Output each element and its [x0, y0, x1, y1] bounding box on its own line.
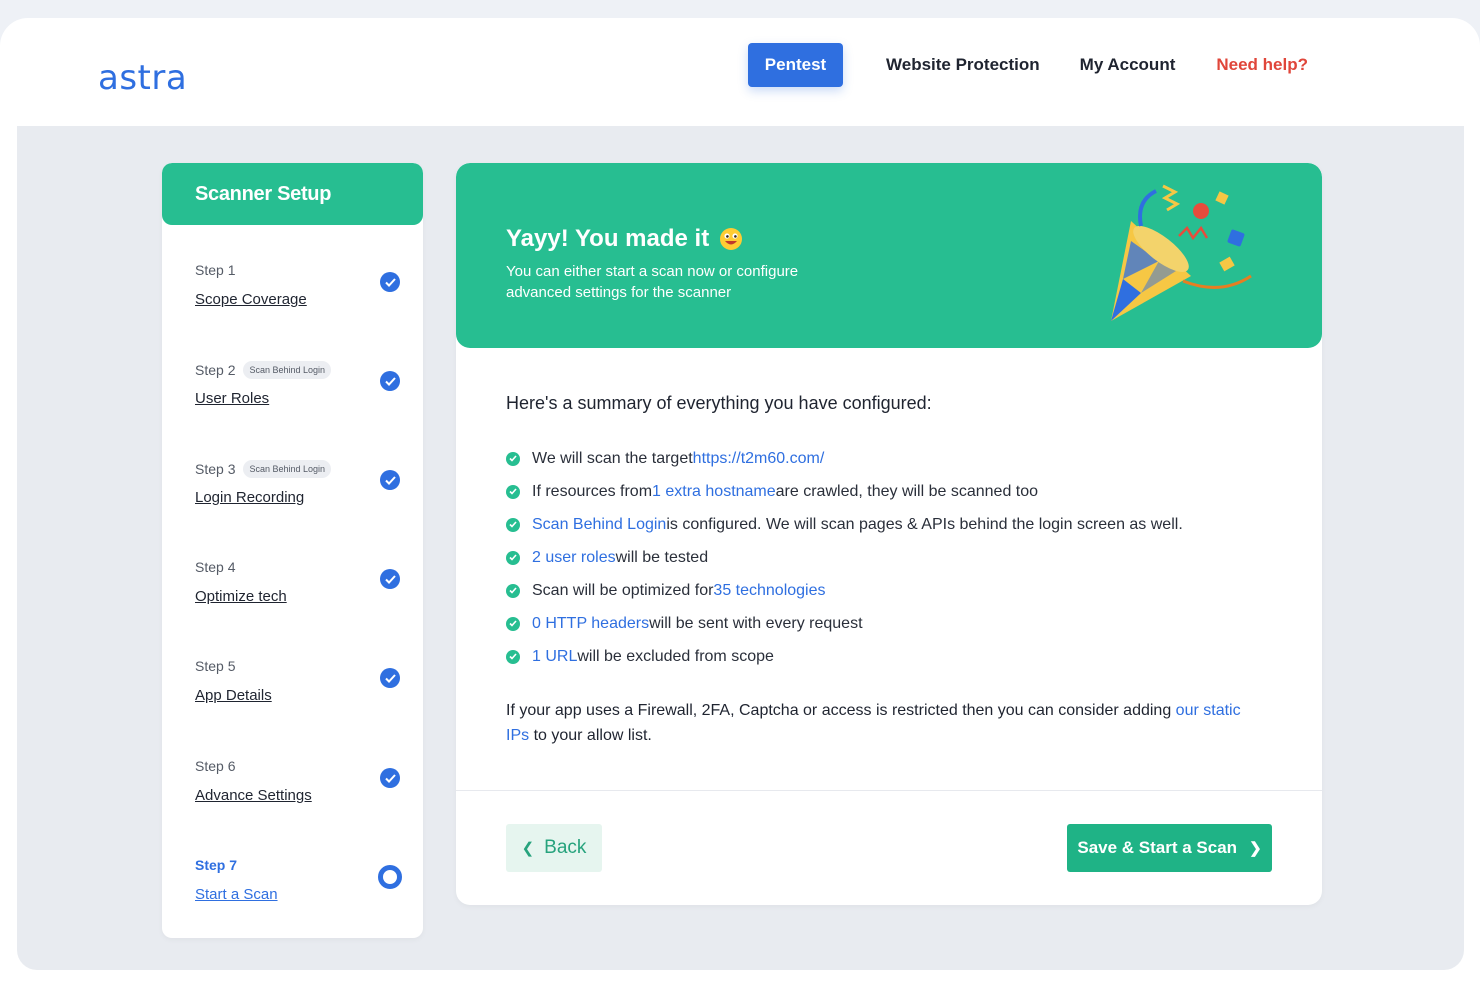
step-number: Step 7 — [195, 857, 238, 873]
current-step-ring-icon — [378, 865, 402, 889]
check-circle-icon — [506, 583, 520, 598]
check-circle-icon — [380, 371, 400, 391]
item-text: will be tested — [615, 548, 709, 566]
item-text: If resources from — [532, 482, 653, 500]
item-text: are crawled, they will be scanned too — [775, 482, 1039, 500]
step-number: Step 6 — [195, 758, 236, 774]
check-circle-icon — [380, 668, 400, 688]
firewall-note: If your app uses a Firewall, 2FA, Captch… — [506, 698, 1266, 748]
step-link-app-details[interactable]: App Details — [195, 687, 400, 704]
scanner-setup-sidebar: Scanner Setup Step 1 Scope Coverage Step… — [162, 163, 423, 938]
nav-pentest-tab[interactable]: Pentest — [748, 43, 843, 87]
user-roles-link[interactable]: 2 user roles — [532, 549, 616, 567]
list-item: Scan Behind Login is configured. We will… — [506, 508, 1286, 541]
success-banner: Yayy! You made it You can either start a… — [456, 163, 1322, 348]
chevron-left-icon: ❮ — [521, 840, 535, 857]
back-button-label: Back — [544, 837, 587, 858]
nav-website-protection[interactable]: Website Protection — [886, 55, 1040, 75]
nav-my-account[interactable]: My Account — [1080, 55, 1176, 75]
astra-logo[interactable]: astra — [98, 58, 187, 98]
extra-hostname-link[interactable]: 1 extra hostname — [652, 483, 776, 501]
excluded-url-link[interactable]: 1 URL — [532, 648, 577, 666]
check-circle-icon — [380, 272, 400, 292]
step-link-scope-coverage[interactable]: Scope Coverage — [195, 291, 400, 308]
step-number: Step 5 — [195, 658, 236, 674]
sidebar-step-6: Step 6 Advance Settings — [195, 758, 400, 804]
sidebar-step-2: Step 2 Scan Behind Login User Roles — [195, 361, 400, 407]
sidebar-step-3: Step 3 Scan Behind Login Login Recording — [195, 460, 400, 506]
scan-behind-login-link[interactable]: Scan Behind Login — [532, 516, 666, 534]
step-number: Step 1 — [195, 262, 236, 278]
step-link-optimize-tech[interactable]: Optimize tech — [195, 588, 400, 605]
check-circle-icon — [380, 470, 400, 490]
sidebar-title: Scanner Setup — [162, 163, 423, 225]
sidebar-step-4: Step 4 Optimize tech — [195, 559, 400, 605]
divider — [456, 790, 1322, 791]
party-popper-icon — [1111, 184, 1252, 321]
step-number: Step 3 — [195, 461, 236, 477]
check-circle-icon — [506, 616, 520, 631]
nav-need-help[interactable]: Need help? — [1216, 55, 1308, 75]
check-circle-icon — [506, 550, 520, 565]
back-button[interactable]: ❮ Back — [506, 824, 602, 872]
chevron-right-icon: ❯ — [1249, 840, 1262, 857]
list-item: 1 URL will be excluded from scope — [506, 640, 1286, 673]
step-number: Step 2 — [195, 362, 236, 378]
item-text: is configured. We will scan pages & APIs… — [666, 515, 1183, 533]
start-button-label: Save & Start a Scan — [1077, 838, 1238, 857]
step-link-user-roles[interactable]: User Roles — [195, 390, 400, 407]
sidebar-step-7: Step 7 Start a Scan — [195, 857, 402, 903]
banner-title: Yayy! You made it — [506, 225, 743, 253]
note-text: If your app uses a Firewall, 2FA, Captch… — [506, 702, 1176, 719]
check-circle-icon — [506, 517, 520, 532]
scan-behind-login-badge: Scan Behind Login — [243, 460, 332, 478]
note-text: to your allow list. — [529, 727, 652, 744]
check-circle-icon — [380, 768, 400, 788]
summary-list: We will scan the target https://t2m60.co… — [506, 442, 1286, 673]
grinning-face-icon — [719, 227, 743, 251]
target-url-link[interactable]: https://t2m60.com/ — [693, 450, 825, 468]
sidebar-step-1: Step 1 Scope Coverage — [195, 262, 400, 308]
summary-heading: Here's a summary of everything you have … — [506, 393, 932, 413]
step-link-login-recording[interactable]: Login Recording — [195, 489, 400, 506]
save-start-scan-button[interactable]: Save & Start a Scan ❯ — [1067, 824, 1272, 872]
list-item: If resources from 1 extra hostname are c… — [506, 475, 1286, 508]
check-circle-icon — [506, 649, 520, 664]
step-number: Step 4 — [195, 559, 236, 575]
step-link-advance-settings[interactable]: Advance Settings — [195, 787, 400, 804]
sidebar-step-5: Step 5 App Details — [195, 658, 400, 704]
item-text: We will scan the target — [532, 449, 693, 467]
check-circle-icon — [506, 451, 520, 466]
list-item: 2 user roles will be tested — [506, 541, 1286, 574]
check-circle-icon — [506, 484, 520, 499]
item-text: Scan will be optimized for — [532, 581, 714, 599]
step-link-start-a-scan[interactable]: Start a Scan — [195, 886, 400, 903]
technologies-link[interactable]: 35 technologies — [713, 582, 825, 600]
scan-behind-login-badge: Scan Behind Login — [243, 361, 332, 379]
list-item: We will scan the target https://t2m60.co… — [506, 442, 1286, 475]
top-nav: Pentest Website Protection My Account Ne… — [748, 43, 1308, 87]
check-circle-icon — [380, 569, 400, 589]
list-item: Scan will be optimized for 35 technologi… — [506, 574, 1286, 607]
list-item: 0 HTTP headers will be sent with every r… — [506, 607, 1286, 640]
banner-subtitle: You can either start a scan now or confi… — [506, 263, 799, 301]
summary-card: Yayy! You made it You can either start a… — [456, 163, 1322, 905]
item-text: will be excluded from scope — [577, 647, 774, 665]
banner-title-text: Yayy! You made it — [506, 225, 710, 252]
item-text: will be sent with every request — [649, 614, 863, 632]
http-headers-link[interactable]: 0 HTTP headers — [532, 615, 649, 633]
